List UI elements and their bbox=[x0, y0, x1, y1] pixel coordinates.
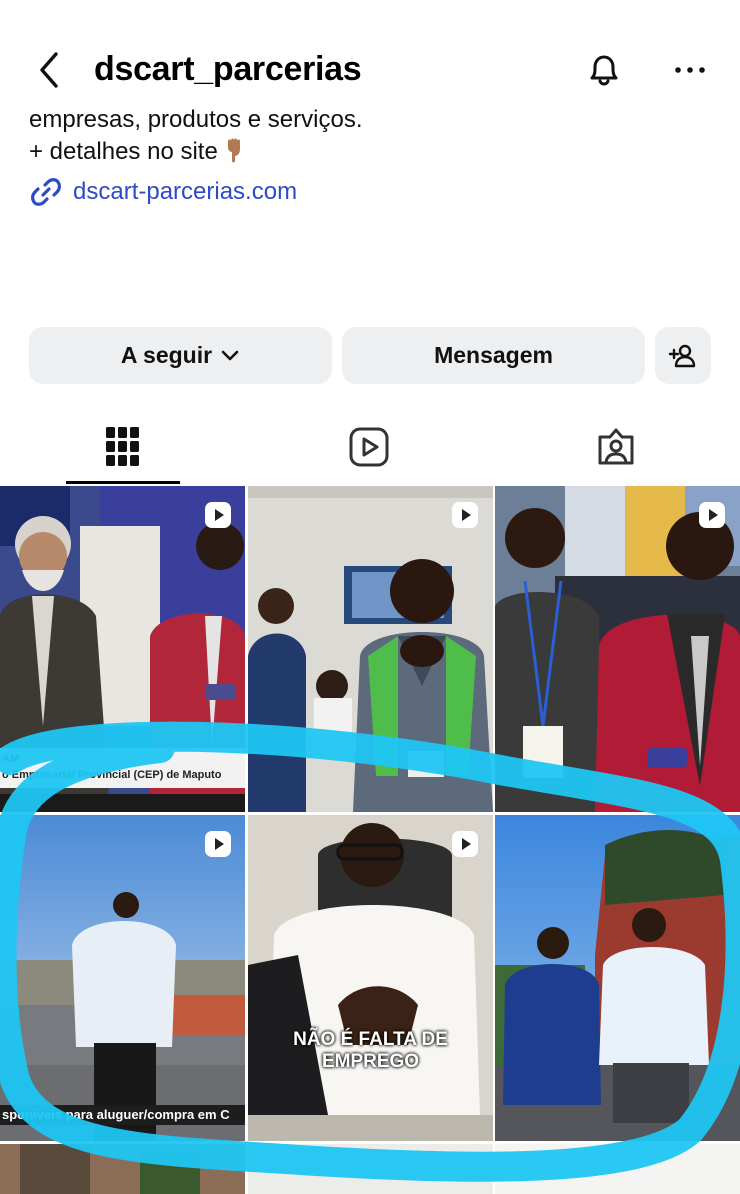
notifications-button[interactable] bbox=[582, 48, 626, 92]
back-button[interactable] bbox=[30, 48, 70, 92]
post-thumbnail[interactable]: NÃO É FALTA DE EMPREGO bbox=[248, 815, 493, 1141]
bell-icon bbox=[590, 55, 618, 86]
chevron-left-icon bbox=[40, 52, 58, 88]
message-button[interactable]: Mensagem bbox=[342, 327, 645, 384]
post-image bbox=[248, 1144, 493, 1194]
bio-line-2: + detalhes no site bbox=[29, 136, 362, 168]
post-image bbox=[248, 486, 493, 812]
tab-tagged[interactable] bbox=[559, 410, 673, 484]
profile-actions: A seguir Mensagem bbox=[29, 327, 711, 384]
post-caption-overlay: sponiveis para aluguer/compra em C bbox=[2, 1107, 230, 1122]
reel-icon bbox=[205, 502, 231, 528]
reels-icon bbox=[349, 427, 389, 467]
post-image bbox=[495, 486, 740, 812]
post-thumbnail[interactable] bbox=[248, 1144, 493, 1194]
profile-username: dscart_parcerias bbox=[94, 50, 362, 88]
post-image bbox=[0, 1144, 245, 1194]
reel-icon bbox=[699, 502, 725, 528]
pointing-down-hand-emoji bbox=[227, 138, 240, 163]
post-caption-line-2: o Empresarial Provincial (CEP) de Maputo bbox=[2, 769, 222, 781]
selected-tab-indicator bbox=[66, 481, 180, 484]
post-thumbnail[interactable]: AM o Empresarial Provincial (CEP) de Map… bbox=[0, 486, 245, 812]
add-user-icon bbox=[668, 344, 696, 367]
post-image bbox=[495, 1144, 740, 1194]
profile-bio: empresas, produtos e serviços. + detalhe… bbox=[29, 104, 362, 168]
website-link[interactable]: dscart-parcerias.com bbox=[29, 174, 297, 210]
post-thumbnail[interactable]: sponiveis para aluguer/compra em C bbox=[0, 815, 245, 1141]
post-caption-overlay: AM o Empresarial Provincial (CEP) de Map… bbox=[0, 751, 245, 783]
post-thumbnail[interactable] bbox=[495, 1144, 740, 1194]
post-caption-line-1: AM bbox=[2, 753, 20, 765]
post-thumbnail[interactable] bbox=[495, 486, 740, 812]
suggest-users-button[interactable] bbox=[655, 327, 711, 384]
reel-icon bbox=[452, 502, 478, 528]
link-icon bbox=[31, 178, 61, 206]
post-thumbnail[interactable] bbox=[0, 1144, 245, 1194]
tab-reels[interactable] bbox=[312, 410, 426, 484]
message-button-label: Mensagem bbox=[434, 342, 553, 368]
profile-header: dscart_parcerias bbox=[0, 40, 740, 100]
post-thumbnail[interactable] bbox=[248, 486, 493, 812]
post-image bbox=[495, 815, 740, 1141]
post-image bbox=[248, 815, 493, 1141]
chevron-down-icon bbox=[221, 350, 239, 360]
grid-icon bbox=[106, 427, 139, 466]
following-button[interactable]: A seguir bbox=[29, 327, 332, 384]
post-thumbnail[interactable] bbox=[495, 815, 740, 1141]
tab-grid[interactable] bbox=[66, 410, 180, 484]
reel-icon bbox=[205, 831, 231, 857]
website-link-text[interactable]: dscart-parcerias.com bbox=[73, 178, 297, 206]
more-horizontal-icon bbox=[675, 67, 705, 73]
bio-line-1: empresas, produtos e serviços. bbox=[29, 106, 363, 133]
bio-line-2-text: + detalhes no site bbox=[29, 138, 218, 165]
post-overlay-text: NÃO É FALTA DE EMPREGO bbox=[293, 1029, 448, 1072]
post-image bbox=[0, 815, 245, 1141]
following-button-label: A seguir bbox=[120, 342, 213, 368]
tagged-person-icon bbox=[598, 428, 634, 465]
more-options-button[interactable] bbox=[668, 48, 712, 92]
profile-tabs bbox=[0, 410, 740, 486]
posts-grid: AM o Empresarial Provincial (CEP) de Map… bbox=[0, 486, 740, 1194]
reel-icon bbox=[452, 831, 478, 857]
